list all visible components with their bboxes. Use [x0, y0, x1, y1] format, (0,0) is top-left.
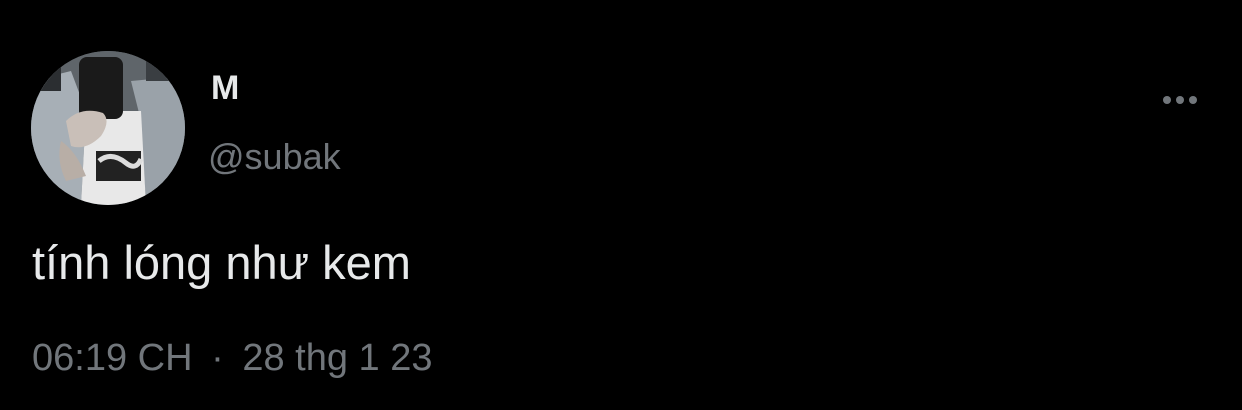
display-name[interactable]: M: [211, 68, 239, 108]
meta-separator: ·: [211, 337, 224, 379]
tweet-time[interactable]: 06:19 CH: [32, 337, 193, 379]
ellipsis-icon: [1189, 96, 1197, 104]
ellipsis-icon: [1163, 96, 1171, 104]
user-handle[interactable]: @subak: [208, 136, 341, 178]
tweet-date[interactable]: 28 thg 1 23: [242, 337, 432, 379]
tweet-meta: 06:19 CH · 28 thg 1 23: [32, 336, 433, 380]
profile-photo: [31, 51, 185, 205]
tweet-text: tính lóng như kem: [32, 236, 411, 289]
more-options-button[interactable]: [1152, 82, 1208, 118]
avatar[interactable]: [31, 51, 185, 205]
ellipsis-icon: [1176, 96, 1184, 104]
tweet-card: M @subak tính lóng như kem 06:19 CH · 28…: [0, 0, 1242, 410]
